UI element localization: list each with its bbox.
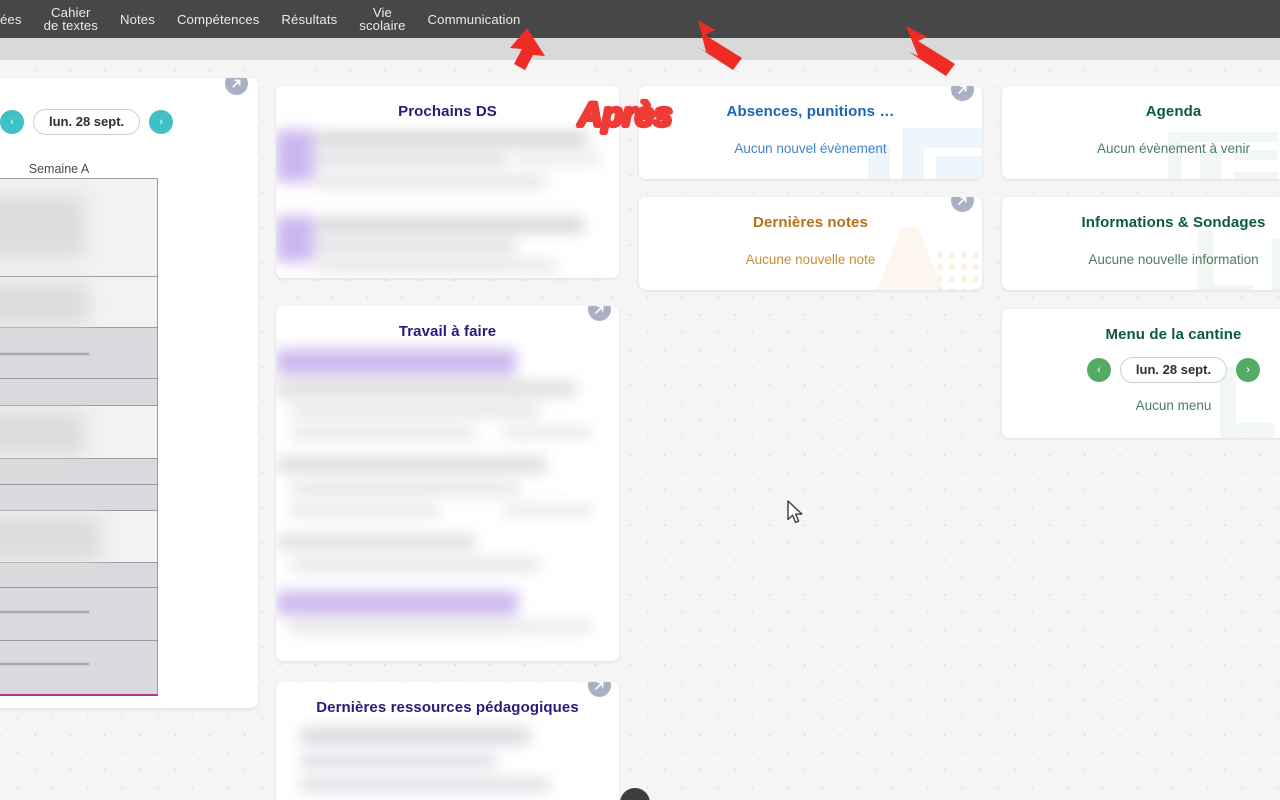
card-informations-sondages: Informations & Sondages Aucune nouvelle … xyxy=(1002,197,1280,290)
timetable-date-nav: ‹ lun. 28 sept. › xyxy=(0,109,174,135)
cantine-prev-day-button[interactable]: ‹ xyxy=(1086,358,1111,382)
annotation-label-apres: Après xyxy=(577,95,673,135)
expand-arrow-icon xyxy=(595,682,604,690)
expand-timetable-button[interactable] xyxy=(225,78,248,95)
nav-underbar xyxy=(0,38,1280,60)
scroll-to-top-button[interactable] xyxy=(620,788,650,800)
expand-arrow-icon xyxy=(595,306,604,314)
card-travail-a-faire: Travail à faire xyxy=(276,306,619,661)
cantine-date-nav: ‹ lun. 28 sept. › xyxy=(1002,357,1280,383)
expand-arrow-icon xyxy=(958,197,967,205)
timetable-widget: ‹ lun. 28 sept. › Semaine A xyxy=(0,78,258,708)
card-absences-title: Absences, punitions … xyxy=(726,103,895,120)
nav-item-vie-scolaire[interactable]: Vie scolaire xyxy=(348,6,416,32)
timetable-next-day-button[interactable]: › xyxy=(149,110,174,134)
mouse-cursor xyxy=(787,500,803,524)
card-dernieres-notes: Dernières notes Aucune nouvelle note xyxy=(639,197,982,290)
page-root: ées Cahier de textes Notes Compétences R… xyxy=(0,0,1280,800)
card-prochains-ds: Prochains DS xyxy=(276,86,619,278)
nav-item-resultats[interactable]: Résultats xyxy=(270,12,348,25)
top-navigation-bar: ées Cahier de textes Notes Compétences R… xyxy=(0,0,1280,38)
card-prochains-ds-content-blurred xyxy=(276,128,619,278)
card-informations-empty-text: Aucune nouvelle information xyxy=(1088,252,1259,267)
card-dernieres-notes-title: Dernières notes xyxy=(753,214,868,231)
cantine-date-pill[interactable]: lun. 28 sept. xyxy=(1119,357,1228,383)
card-agenda: Agenda Aucun évènement à venir xyxy=(1002,86,1280,179)
timetable-week-label: Semaine A xyxy=(28,162,90,176)
nav-item-notes[interactable]: Notes xyxy=(109,12,166,25)
nav-item-competences[interactable]: Compétences xyxy=(166,12,270,25)
card-dernieres-notes-empty-text: Aucune nouvelle note xyxy=(745,252,876,267)
card-dernieres-ressources: Dernières ressources pédagogiques xyxy=(276,682,619,800)
card-absences-empty-text: Aucun nouvel évènement xyxy=(734,141,887,156)
card-absences-punitions: Absences, punitions … Aucun nouvel évène… xyxy=(639,86,982,179)
cantine-next-day-button[interactable]: › xyxy=(1236,358,1261,382)
nav-item-donnees[interactable]: ées xyxy=(0,12,33,25)
card-travail-a-faire-title: Travail à faire xyxy=(398,323,497,340)
card-dernieres-ressources-content-blurred xyxy=(276,726,619,800)
card-menu-cantine-title: Menu de la cantine xyxy=(1105,326,1242,343)
card-menu-cantine: Menu de la cantine ‹ lun. 28 sept. › Auc… xyxy=(1002,309,1280,438)
nav-item-cahier-de-textes[interactable]: Cahier de textes xyxy=(33,6,109,32)
timetable-prev-day-button[interactable]: ‹ xyxy=(0,110,24,134)
expand-arrow-icon xyxy=(958,86,967,94)
timetable-grid[interactable] xyxy=(0,178,158,696)
card-agenda-empty-text: Aucun évènement à venir xyxy=(1096,141,1251,156)
card-informations-title: Informations & Sondages xyxy=(1081,214,1266,231)
card-travail-a-faire-content-blurred xyxy=(276,349,619,659)
scroll-button-icon xyxy=(628,796,642,800)
card-agenda-title: Agenda xyxy=(1145,103,1202,120)
card-prochains-ds-title: Prochains DS xyxy=(398,103,497,120)
nav-item-communication[interactable]: Communication xyxy=(417,12,532,25)
timetable-date-pill[interactable]: lun. 28 sept. xyxy=(33,109,141,135)
card-dernieres-ressources-title: Dernières ressources pédagogiques xyxy=(316,699,579,716)
card-menu-cantine-empty-text: Aucun menu xyxy=(1135,398,1212,413)
expand-arrow-icon xyxy=(232,79,241,88)
